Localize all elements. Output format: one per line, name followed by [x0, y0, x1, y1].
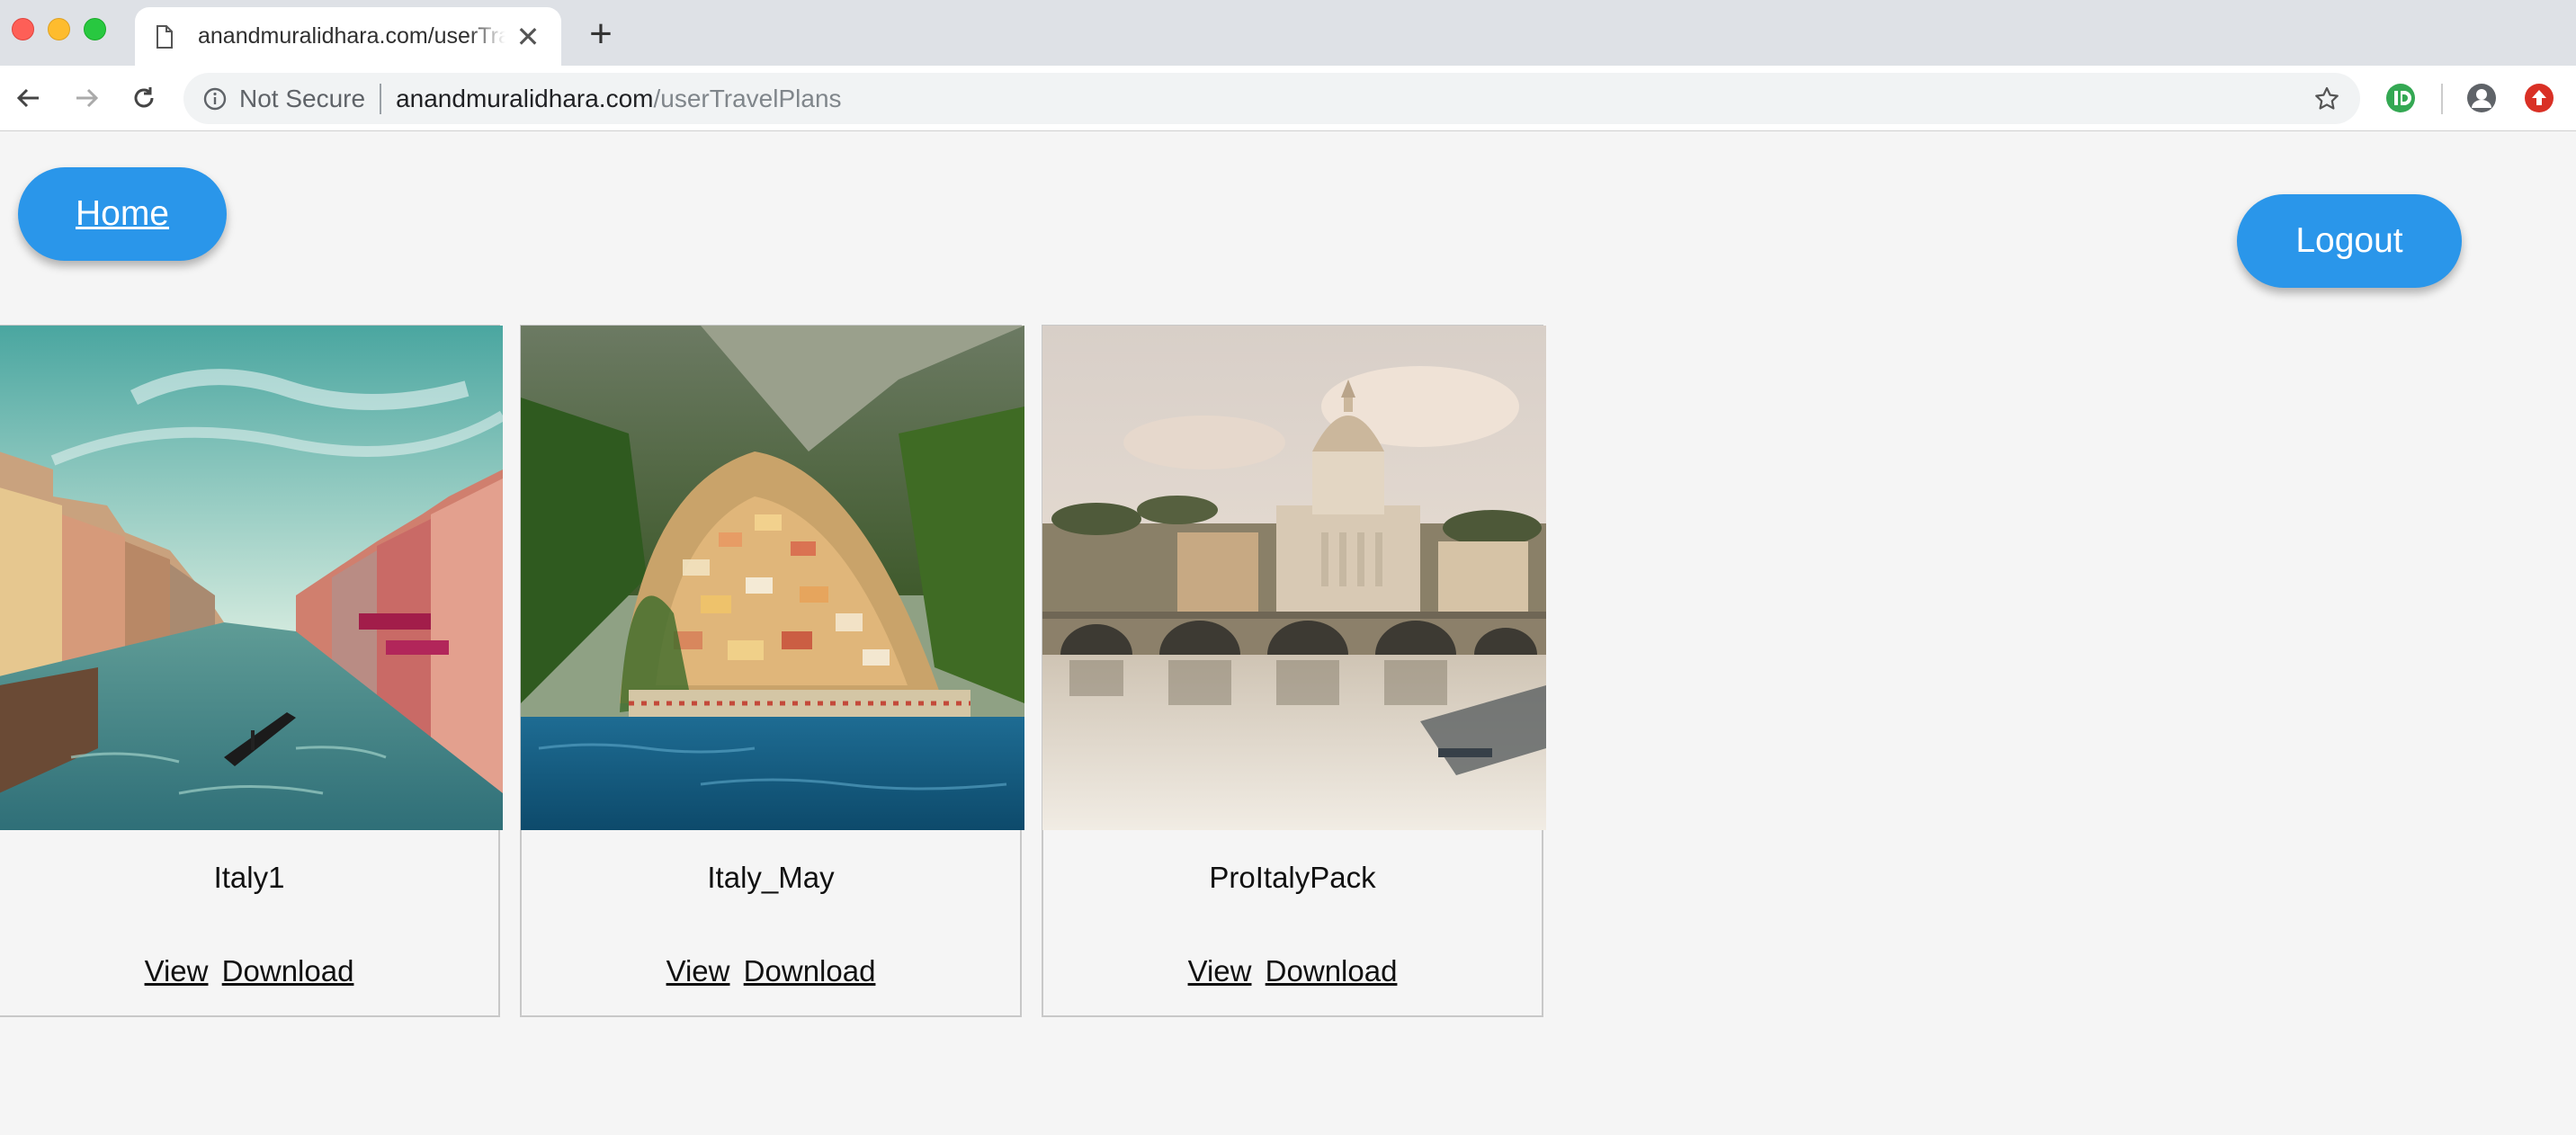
page-icon [153, 23, 176, 50]
plan-name: ProItalyPack [1209, 861, 1376, 894]
home-button[interactable]: Home [18, 167, 227, 261]
rome-bridge-image [1042, 326, 1546, 830]
omnibox-divider [380, 83, 382, 114]
profile-avatar-icon[interactable] [2465, 82, 2498, 114]
download-link[interactable]: Download [1266, 954, 1398, 988]
venice-canal-image [0, 326, 503, 830]
view-link[interactable]: View [1188, 954, 1252, 988]
close-window-button[interactable] [12, 18, 34, 40]
download-link[interactable]: Download [744, 954, 876, 988]
toolbar-divider [2441, 84, 2443, 114]
close-tab-icon[interactable]: ✕ [514, 21, 541, 53]
extension-icon[interactable] [2384, 82, 2417, 114]
url-host: anandmuralidhara.com [396, 84, 654, 112]
tab-strip: anandmuralidhara.com/userTravelPlans ✕ + [0, 0, 2576, 66]
security-label: Not Secure [239, 84, 366, 112]
view-link[interactable]: View [145, 954, 209, 988]
plan-actions: View Download [1043, 954, 1542, 988]
tab-title: anandmuralidhara.com/userTravelPlans [198, 23, 505, 49]
plan-actions: View Download [0, 954, 498, 988]
plan-actions: View Download [522, 954, 1020, 988]
browser-tab[interactable]: anandmuralidhara.com/userTravelPlans ✕ [135, 7, 561, 66]
maximize-window-button[interactable] [84, 18, 106, 40]
logout-button[interactable]: Logout [2237, 194, 2462, 288]
positano-coast-image [521, 326, 1024, 830]
plan-name: Italy1 [213, 861, 285, 894]
update-arrow-icon[interactable] [2523, 82, 2555, 114]
travel-plan-card: ProItalyPack View Download [1042, 325, 1546, 1017]
bookmark-star-icon[interactable] [2312, 84, 2342, 114]
travel-plan-card: Italy_May View Download [520, 325, 1024, 1017]
view-link[interactable]: View [666, 954, 730, 988]
info-icon[interactable] [201, 85, 228, 112]
travel-plan-card: Italy1 View Download [0, 325, 503, 1017]
browser-toolbar: Not Secure anandmuralidhara.com/userTrav… [0, 66, 2576, 131]
url-path: /userTravelPlans [653, 84, 842, 112]
address-bar[interactable]: Not Secure anandmuralidhara.com/userTrav… [183, 73, 2360, 124]
back-arrow-icon[interactable] [11, 80, 47, 116]
reload-icon[interactable] [126, 80, 162, 116]
minimize-window-button[interactable] [48, 18, 70, 40]
download-link[interactable]: Download [222, 954, 354, 988]
plan-name: Italy_May [707, 861, 835, 894]
new-tab-button[interactable]: + [581, 14, 621, 54]
forward-arrow-icon[interactable] [68, 80, 104, 116]
